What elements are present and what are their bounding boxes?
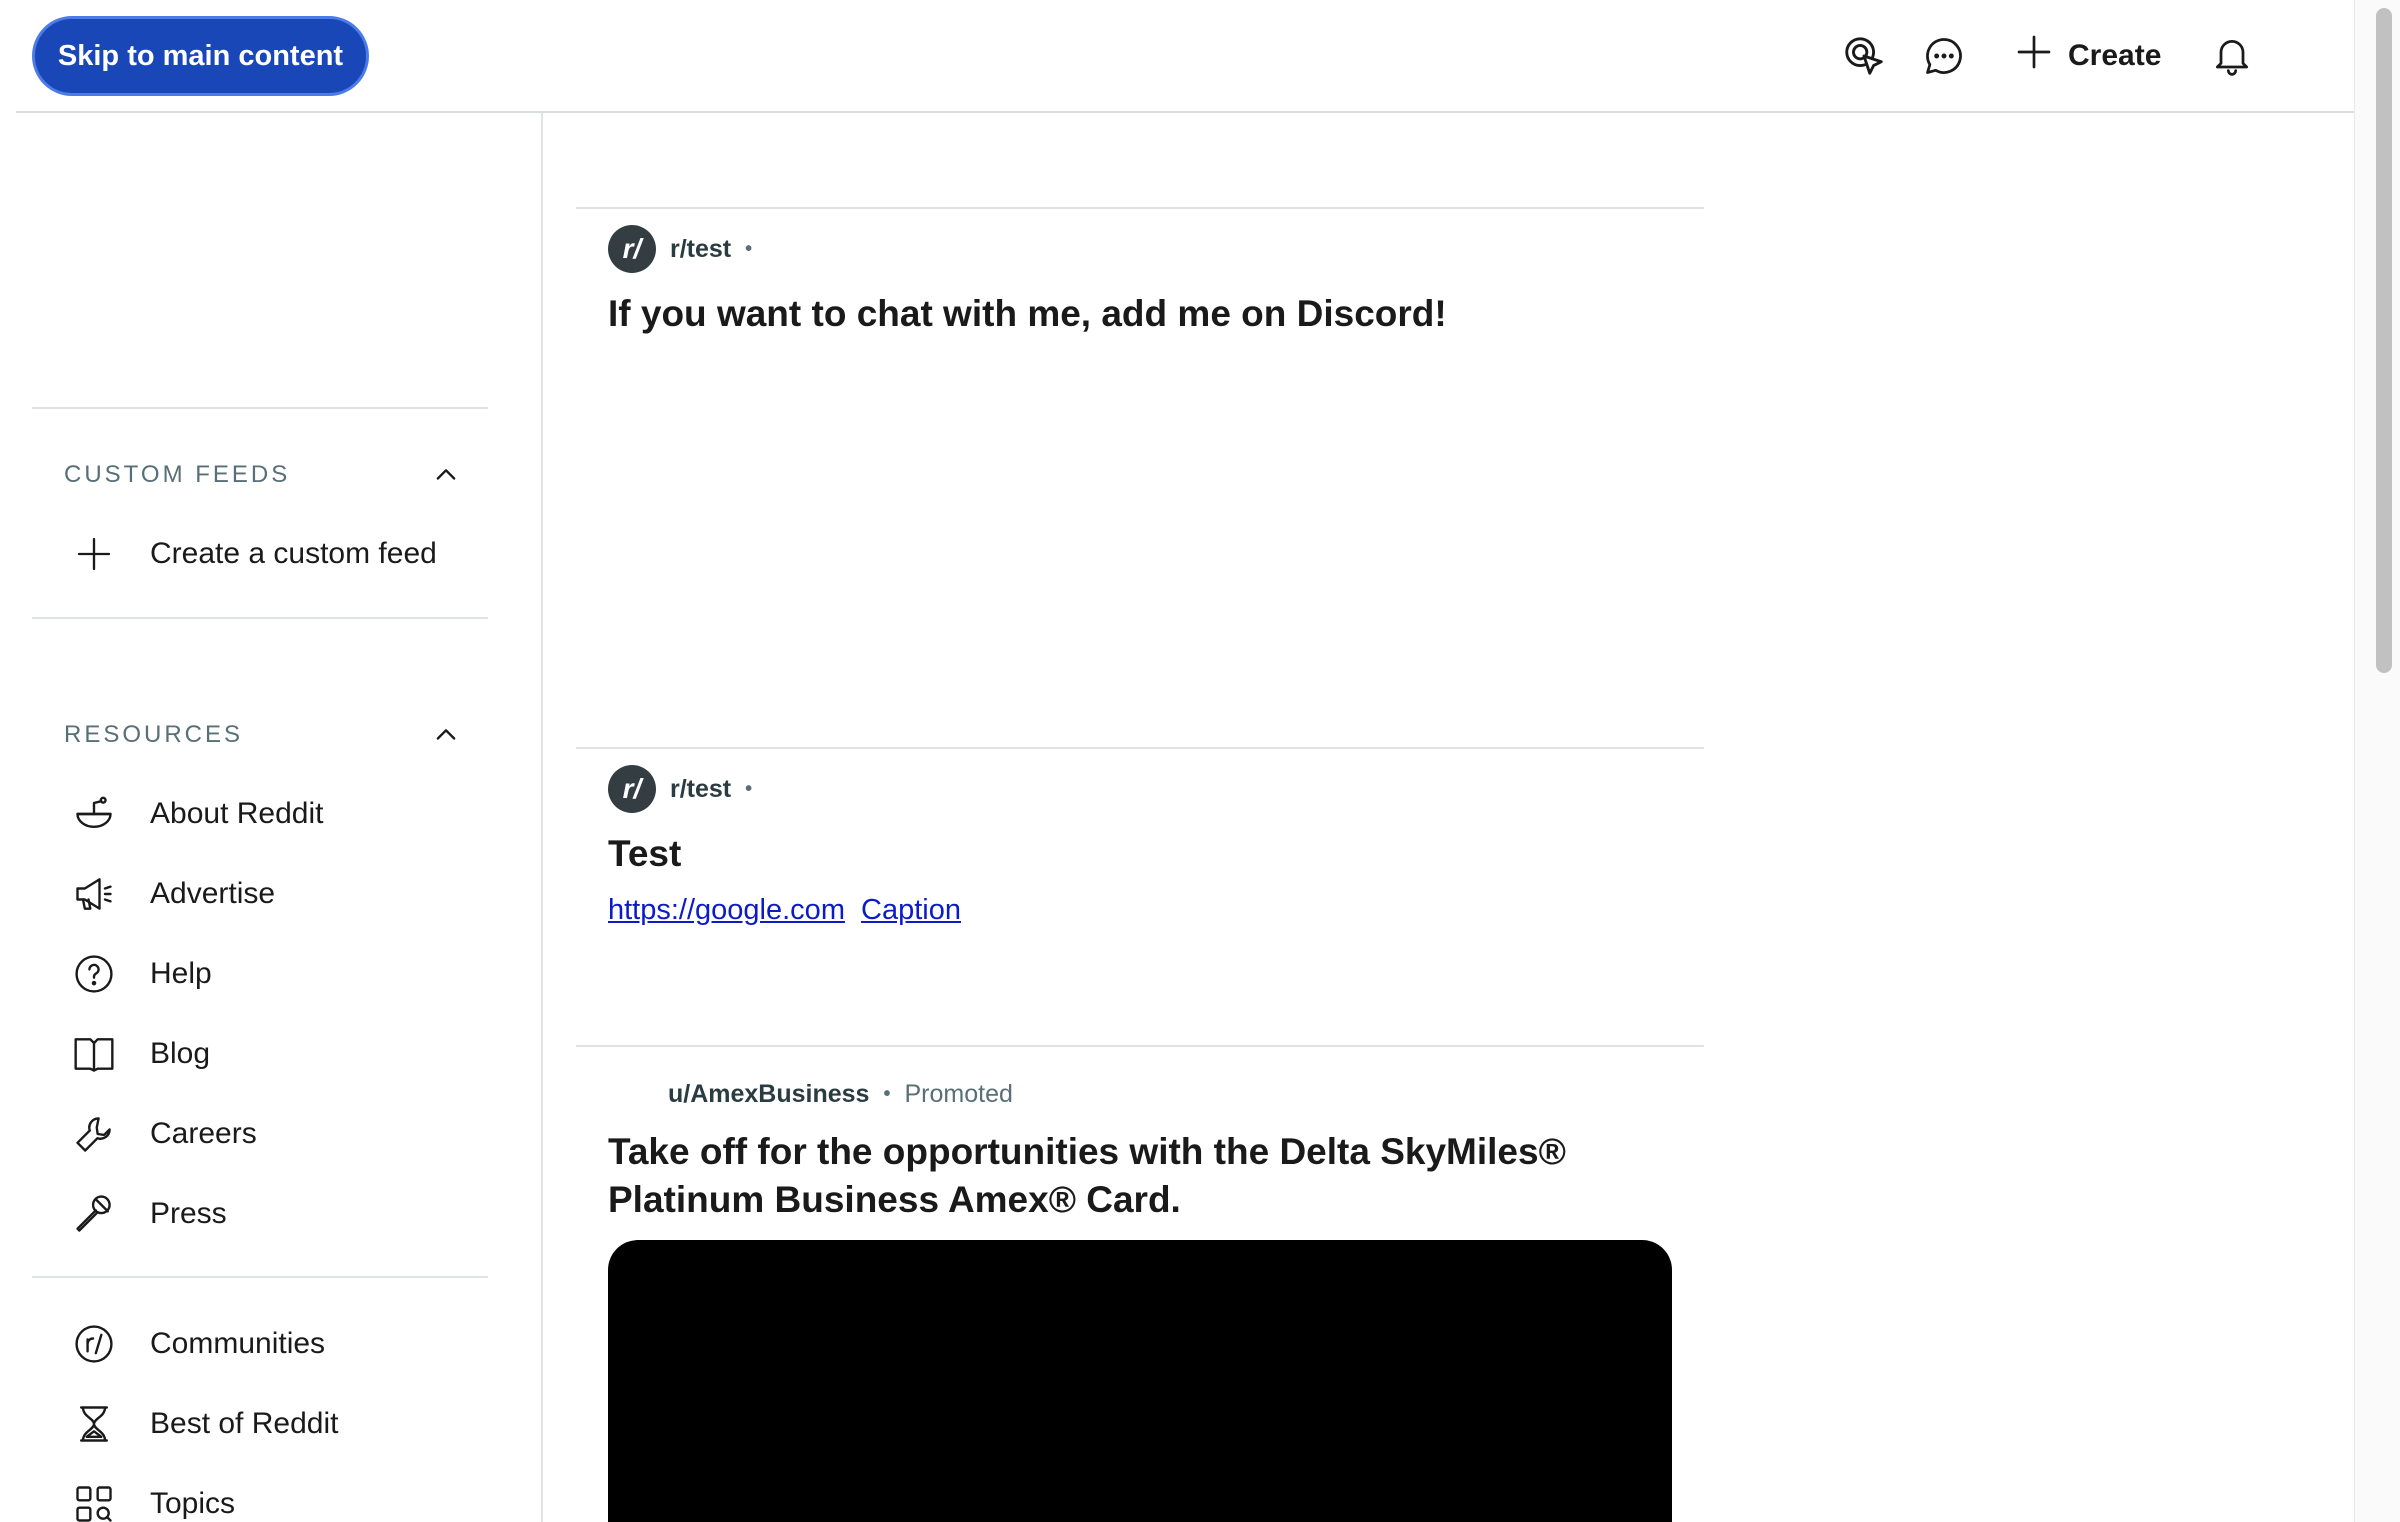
sidebar-divider [32, 1276, 488, 1278]
post-title[interactable]: If you want to chat with me, add me on D… [608, 290, 1447, 338]
notifications-bell-icon[interactable] [2206, 30, 2258, 82]
sidebar-divider [32, 617, 488, 619]
promoted-media[interactable] [608, 1240, 1672, 1522]
sidebar-item-blog[interactable]: Blog [64, 1024, 210, 1084]
microphone-icon [64, 1184, 124, 1244]
caption-link[interactable]: Caption [861, 894, 961, 926]
sidebar-item-label: Advertise [150, 877, 276, 910]
meta-separator: • [745, 777, 753, 800]
meta-separator: • [883, 1083, 891, 1105]
post-divider [576, 1045, 1704, 1047]
post-meta[interactable]: u/AmexBusiness • Promoted [668, 1080, 1013, 1109]
help-icon [64, 944, 124, 1004]
page-scrollbar[interactable] [2354, 0, 2400, 1522]
sidebar-item-label: Best of Reddit [150, 1407, 339, 1440]
sidebar-item-label: Communities [150, 1327, 326, 1360]
reddit-alien-icon [64, 784, 124, 844]
advertise-cursor-icon[interactable] [1838, 30, 1890, 82]
meta-separator: • [745, 237, 753, 260]
post-title[interactable]: Take off for the opportunities with the … [608, 1128, 1566, 1224]
scroll-thumb[interactable] [2376, 8, 2392, 673]
sidebar-item-label: Careers [150, 1117, 257, 1150]
sidebar-item-label: Topics [150, 1487, 236, 1520]
subreddit-avatar[interactable]: r/ [608, 765, 656, 813]
sidebar-item-communities[interactable]: Communities [64, 1314, 325, 1374]
promoted-badge: Promoted [904, 1080, 1013, 1108]
custom-feeds-heading-label: CUSTOM FEEDS [64, 461, 291, 488]
post-meta[interactable]: r/ r/test • [608, 225, 752, 273]
book-icon [64, 1024, 124, 1084]
chevron-up-icon [428, 457, 464, 493]
sidebar-border [541, 113, 543, 1522]
hourglass-icon [64, 1394, 124, 1454]
megaphone-icon [64, 864, 124, 924]
chevron-up-icon [428, 717, 464, 753]
sidebar-item-advertise[interactable]: Advertise [64, 864, 275, 924]
sidebar-item-about-reddit[interactable]: About Reddit [64, 784, 323, 844]
post-meta[interactable]: r/ r/test • [608, 765, 752, 813]
resources-heading[interactable]: RESOURCES [64, 717, 464, 753]
create-custom-feed-label: Create a custom feed [150, 537, 437, 570]
post-divider [576, 747, 1704, 749]
communities-icon [64, 1314, 124, 1374]
post-title[interactable]: Test [608, 830, 681, 878]
sidebar-item-press[interactable]: Press [64, 1184, 227, 1244]
sidebar-item-topics[interactable]: Topics [64, 1474, 235, 1522]
subreddit-avatar[interactable]: r/ [608, 225, 656, 273]
topics-icon [64, 1474, 124, 1522]
create-label: Create [2068, 39, 2162, 72]
sidebar-item-careers[interactable]: Careers [64, 1104, 257, 1164]
sidebar-item-label: About Reddit [150, 797, 324, 830]
sidebar-item-help[interactable]: Help [64, 944, 212, 1004]
create-custom-feed-item[interactable]: Create a custom feed [64, 524, 437, 584]
sidebar-item-label: Press [150, 1197, 227, 1230]
skip-to-main-button[interactable]: Skip to main content [32, 16, 369, 96]
subreddit-link[interactable]: r/test [670, 775, 731, 804]
sidebar-item-label: Help [150, 957, 212, 990]
post-title-line: Take off for the opportunities with the … [608, 1131, 1566, 1172]
chat-icon[interactable] [1918, 30, 1970, 82]
resources-heading-label: RESOURCES [64, 721, 244, 748]
create-button[interactable]: Create [2014, 28, 2161, 84]
wrench-icon [64, 1104, 124, 1164]
subreddit-link[interactable]: r/test [670, 235, 731, 264]
post-link[interactable]: https://google.com [608, 894, 845, 926]
plus-icon [64, 524, 124, 584]
sidebar-item-label: Blog [150, 1037, 211, 1070]
top-header: Skip to main content Create [16, 0, 2354, 113]
author-link[interactable]: u/AmexBusiness [668, 1080, 869, 1109]
sidebar-divider [32, 407, 488, 409]
plus-icon [2014, 32, 2054, 80]
post-title-line: Platinum Business Amex® Card. [608, 1179, 1181, 1220]
sidebar-item-best-of-reddit[interactable]: Best of Reddit [64, 1394, 338, 1454]
post-body-links: https://google.com Caption [608, 894, 969, 927]
custom-feeds-heading[interactable]: CUSTOM FEEDS [64, 457, 464, 493]
post-divider [576, 207, 1704, 209]
